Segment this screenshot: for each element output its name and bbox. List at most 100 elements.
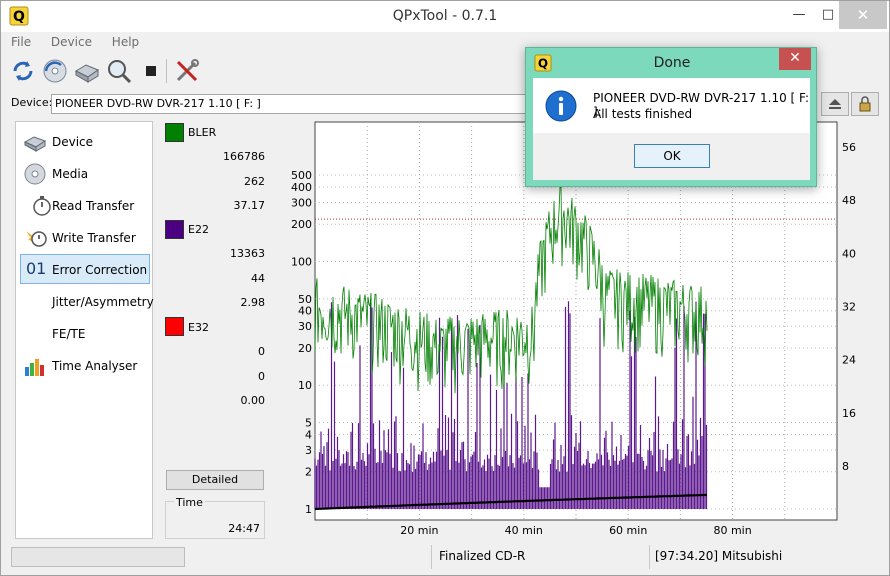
e32-label: E32 <box>188 321 209 334</box>
e32-avg: 0.00 <box>240 394 266 407</box>
minimize-icon[interactable]: — <box>784 1 814 29</box>
window-title: QPxTool - 0.7.1 <box>392 8 498 24</box>
chart-left-tick-label: 30 <box>298 320 312 333</box>
nav-item-label: Write Transfer <box>52 231 136 245</box>
chart-right-tick-label: 8 <box>842 460 849 473</box>
nav-item-fe-te[interactable]: FE/TE <box>20 319 150 349</box>
chart-left-tick-label: 3 <box>305 444 312 457</box>
chart-right-tick-label: 40 <box>842 247 856 260</box>
eject-button[interactable] <box>821 92 849 116</box>
time-box: Time 24:47 <box>165 496 265 539</box>
toolbar <box>9 57 209 85</box>
menu-bar: File Device Help <box>7 35 151 53</box>
device-select[interactable]: PIONEER DVD-RW DVR-217 1.10 [ F: ] <box>51 94 551 114</box>
e22-color-swatch <box>165 220 184 239</box>
lock-button[interactable] <box>851 92 879 116</box>
search-icon[interactable] <box>105 57 133 85</box>
nav-item-write-transfer[interactable]: Write Transfer <box>20 223 150 253</box>
nav-item-jitter-asymmetry[interactable]: Jitter/Asymmetry <box>20 287 154 317</box>
e22-total: 13363 <box>230 247 265 260</box>
time-value: 24:47 <box>228 522 260 535</box>
reload-media-icon[interactable] <box>41 57 69 85</box>
nav-item-read-transfer[interactable]: Read Transfer <box>20 191 150 221</box>
nav-item-label: Device <box>52 135 94 149</box>
chart-left-tick-label: 20 <box>298 342 312 355</box>
status-progress <box>11 547 185 567</box>
chart-x-tick-label: 40 min <box>505 524 543 537</box>
chart-left-tick-label: 10 <box>298 379 312 392</box>
menu-file[interactable]: File <box>11 35 31 49</box>
time-label: Time <box>174 496 205 509</box>
nav-item-error-correction[interactable]: 01 Error Correction <box>20 254 150 284</box>
stop-icon[interactable] <box>137 57 165 85</box>
e22-avg: 2.98 <box>240 296 266 309</box>
chart-left-tick-label: 100 <box>291 255 312 268</box>
dialog-title: Done <box>653 55 691 71</box>
device-icon <box>23 136 47 152</box>
e22-max: 44 <box>251 272 265 285</box>
stopwatch-icon <box>33 196 51 216</box>
e22-label: E22 <box>188 223 209 236</box>
nav-item-label: Read Transfer <box>52 199 135 213</box>
error-correction-number: 01 <box>26 259 47 278</box>
dialog-message-status: All tests finished <box>593 107 693 121</box>
dialog-footer: OK <box>533 133 810 180</box>
bler-label: BLER <box>188 126 217 139</box>
nav-item-label: Media <box>52 167 89 181</box>
bar-chart-icon <box>25 359 44 376</box>
dialog-close-icon[interactable]: ✕ <box>779 48 811 70</box>
chart-left-tick-label: 200 <box>291 218 312 231</box>
chart-left-tick-label: 1 <box>305 503 312 516</box>
close-icon[interactable]: ✕ <box>839 1 887 29</box>
bler-color-swatch <box>165 123 184 142</box>
cd-icon <box>24 163 46 185</box>
main-window: Q QPxTool - 0.7.1 — □ ✕ File Device Help <box>0 0 890 576</box>
refresh-icon[interactable] <box>9 57 37 85</box>
e32-color-swatch <box>165 317 184 336</box>
chart-left-tick-label: 300 <box>291 196 312 209</box>
nav-item-device[interactable]: Device <box>20 127 150 157</box>
test-nav-panel: Device Media Read Transfer Write Transfe… <box>15 121 154 539</box>
status-divider <box>649 545 650 569</box>
status-media-state: Finalized CD-R <box>439 549 526 563</box>
nav-item-label: Jitter/Asymmetry <box>52 295 154 309</box>
nav-item-label: FE/TE <box>52 327 86 341</box>
lock-icon <box>859 96 871 112</box>
title-bar[interactable]: Q QPxTool - 0.7.1 — □ ✕ <box>1 1 889 32</box>
menu-help[interactable]: Help <box>112 35 139 49</box>
done-dialog: Q Done ✕ PIONEER DVD-RW DVR-217 1.10 [ F… <box>525 47 817 187</box>
chart-left-tick-label: 40 <box>298 305 312 318</box>
chart-right-tick-label: 32 <box>842 301 856 314</box>
chart-left-tick-label: 2 <box>305 466 312 479</box>
device-label: Device: <box>11 96 53 109</box>
nav-item-label: Error Correction <box>52 263 148 277</box>
dialog-body: PIONEER DVD-RW DVR-217 1.10 [ F: ]: All … <box>533 78 810 180</box>
stats-panel: BLER 166786 262 37.17 E22 13363 44 2.98 … <box>161 121 269 541</box>
bler-avg: 37.17 <box>233 199 266 212</box>
info-icon <box>545 90 577 122</box>
toolbar-separator <box>166 59 167 83</box>
eject-icon <box>829 99 841 109</box>
nav-item-media[interactable]: Media <box>20 159 150 189</box>
chart-left-tick-label: 400 <box>291 181 312 194</box>
chart-left-tick-label: 500 <box>291 169 312 182</box>
chart-x-tick-label: 60 min <box>609 524 647 537</box>
tools-icon[interactable] <box>173 57 201 85</box>
stopwatch-flash-icon <box>26 231 47 247</box>
detailed-button[interactable]: Detailed <box>166 470 264 490</box>
e32-max: 0 <box>258 370 265 383</box>
nav-item-time-analyser[interactable]: Time Analyser <box>20 351 150 381</box>
chart-left-tick-label: 5 <box>305 417 312 430</box>
chart-x-tick-label: 80 min <box>713 524 751 537</box>
scan-device-icon[interactable] <box>73 57 101 85</box>
chart-left-tick-label: 50 <box>298 293 312 306</box>
e32-total: 0 <box>258 345 265 358</box>
chart-right-tick-label: 24 <box>842 354 856 367</box>
ok-button[interactable]: OK <box>634 144 710 168</box>
menu-device[interactable]: Device <box>51 35 92 49</box>
chart-right-tick-label: 16 <box>842 407 856 420</box>
bler-total: 166786 <box>223 150 265 163</box>
chart-right-tick-label: 48 <box>842 194 856 207</box>
status-bar: Finalized CD-R [97:34.20] Mitsubishi <box>1 545 889 575</box>
status-media-info: [97:34.20] Mitsubishi <box>655 549 783 563</box>
